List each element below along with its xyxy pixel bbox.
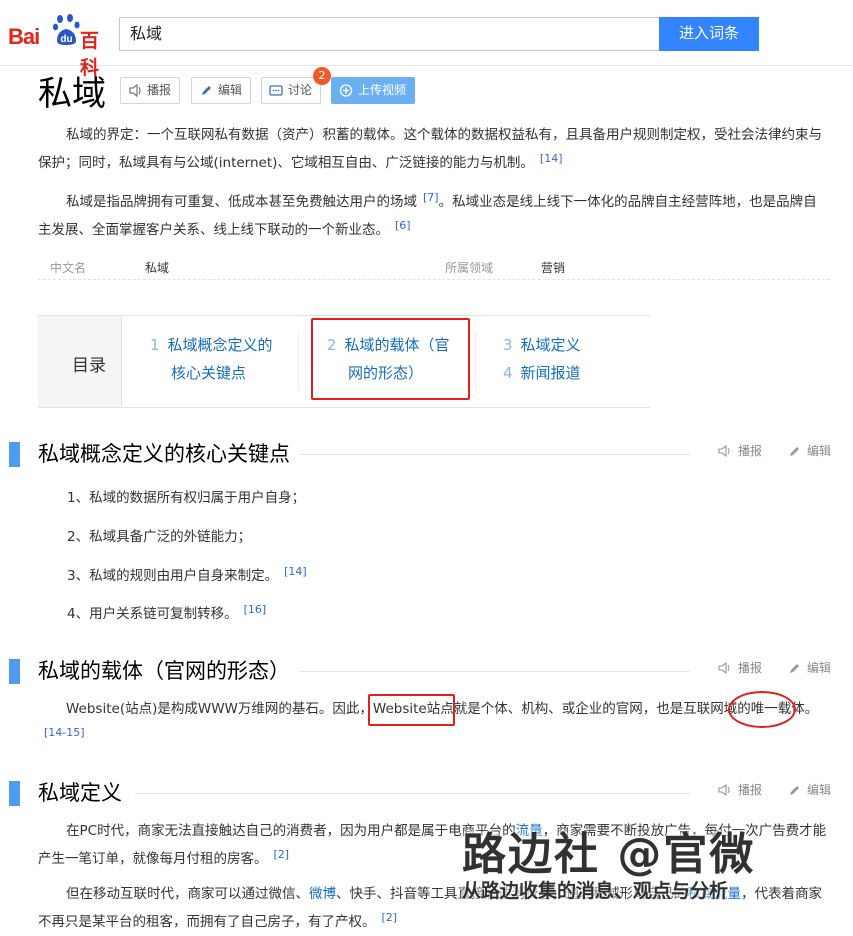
chat-icon bbox=[269, 85, 283, 96]
reference-link[interactable]: [7] bbox=[423, 191, 439, 204]
pencil-icon bbox=[790, 786, 799, 795]
paragraph-text-a: 但在移动互联时代，商家可以通过微信、 bbox=[66, 886, 309, 902]
speaker-icon bbox=[718, 445, 730, 457]
info-label-chinese-name: 中文名 bbox=[50, 261, 87, 275]
section-edit-label: 编辑 bbox=[807, 783, 832, 797]
list-item: 3、私域的规则由用户自身来制定。 [14] bbox=[67, 564, 307, 584]
paragraph-text-a: Website(站点)是构成WWW万维网的基石。因此， bbox=[66, 701, 373, 717]
reference-link[interactable]: [14] bbox=[284, 565, 307, 578]
info-value-chinese-name: 私域 bbox=[145, 261, 170, 275]
upload-video-label: 上传视频 bbox=[358, 83, 407, 97]
section-header-1: 私域概念定义的核心关键点 播报 编辑 bbox=[0, 438, 853, 474]
plus-circle-icon bbox=[339, 84, 353, 97]
discuss-button[interactable]: 讨论 bbox=[261, 77, 322, 104]
section-title: 私域定义 bbox=[38, 777, 128, 807]
edit-button[interactable]: 编辑 bbox=[191, 77, 252, 104]
catalog-heading: 目录 bbox=[38, 316, 122, 407]
catalog-item-number: 3 bbox=[503, 336, 513, 354]
pencil-icon bbox=[202, 86, 211, 95]
annotation-red-circle bbox=[728, 691, 796, 728]
edit-button-label: 编辑 bbox=[218, 83, 243, 97]
discuss-button-label: 讨论 bbox=[288, 83, 313, 97]
reference-link[interactable]: [6] bbox=[395, 219, 411, 232]
pencil-icon bbox=[790, 447, 799, 456]
search-input[interactable]: 私域 bbox=[119, 17, 660, 51]
section-edit-label: 编辑 bbox=[807, 661, 832, 675]
section-title: 私域概念定义的核心关键点 bbox=[38, 438, 296, 468]
reference-link[interactable]: [16] bbox=[244, 603, 267, 616]
catalog-heading-label: 目录 bbox=[72, 356, 106, 376]
section-report-button[interactable]: 播报 bbox=[718, 442, 762, 459]
baidu-baike-logo[interactable]: Bai du 百科 bbox=[8, 14, 112, 79]
section-report-button[interactable]: 播报 bbox=[718, 659, 762, 676]
catalog-item-label: 私域概念定义的 bbox=[167, 336, 273, 354]
list-item-text: 4、用户关系链可复制转移。 bbox=[67, 606, 238, 622]
catalog-divider bbox=[475, 332, 476, 390]
pencil-icon bbox=[790, 664, 799, 673]
list-item: 2、私域具备广泛的外链能力； bbox=[67, 525, 251, 545]
info-value-field: 营销 bbox=[541, 261, 566, 275]
upload-video-button[interactable]: 上传视频 bbox=[331, 77, 416, 104]
report-button-label: 播报 bbox=[147, 83, 172, 97]
report-button[interactable]: 播报 bbox=[120, 77, 181, 104]
section-marker bbox=[9, 781, 20, 806]
speaker-icon bbox=[129, 83, 141, 98]
catalog-item-label: 新闻报道 bbox=[520, 364, 581, 382]
reference-link[interactable]: [2] bbox=[274, 848, 290, 861]
summary-p1-text: 私域的界定：一个互联网私有数据（资产）积蓄的载体。这个载体的数据权益私有，且具备… bbox=[38, 127, 822, 171]
section-edit-label: 编辑 bbox=[807, 444, 832, 458]
catalog-divider bbox=[298, 332, 299, 390]
catalog-item-3[interactable]: 3 私域定义 bbox=[503, 331, 581, 359]
catalog-item-4[interactable]: 4 新闻报道 bbox=[503, 359, 581, 387]
section-title: 私域的载体（官网的形态） bbox=[38, 655, 296, 685]
catalog-item-number: 4 bbox=[503, 364, 513, 382]
reference-link[interactable]: [14-15] bbox=[44, 726, 85, 739]
watermark-title: 路边社 @官微 bbox=[462, 829, 756, 880]
summary-p2-text-a: 私域是指品牌拥有可重复、低成本甚至免费触达用户的场域 bbox=[66, 194, 417, 210]
reference-link[interactable]: [14] bbox=[540, 152, 563, 165]
annotation-red-box bbox=[368, 694, 455, 726]
section-edit-button[interactable]: 编辑 bbox=[789, 781, 831, 798]
logo-text-bai: Bai bbox=[8, 24, 40, 49]
catalog-item-label: 私域定义 bbox=[520, 336, 581, 354]
section-divider-line bbox=[135, 793, 690, 794]
catalog-item-number: 1 bbox=[150, 336, 160, 354]
section-header-3: 私域定义 播报 编辑 bbox=[0, 777, 853, 813]
list-item: 1、私域的数据所有权归属于用户自身； bbox=[67, 486, 305, 506]
catalog-item-1[interactable]: 1 私域概念定义的 核心关键点 bbox=[150, 331, 273, 387]
list-item: 4、用户关系链可复制转移。 [16] bbox=[67, 602, 266, 622]
paragraph-text-a: 在PC时代，商家无法直接触达自己的消费者，因为用户都是属于电商平台的 bbox=[66, 823, 516, 839]
section-report-label: 播报 bbox=[738, 444, 763, 458]
inline-link[interactable]: 微博 bbox=[309, 886, 336, 902]
list-item-text: 1、私域的数据所有权归属于用户自身； bbox=[67, 490, 306, 506]
section-edit-button[interactable]: 编辑 bbox=[789, 659, 831, 676]
list-item-text: 2、私域具备广泛的外链能力； bbox=[67, 529, 252, 545]
section-header-2: 私域的载体（官网的形态） 播报 编辑 bbox=[0, 655, 853, 691]
basic-info-table: 中文名 私域 所属领域 营销 bbox=[38, 252, 830, 280]
section-marker bbox=[9, 442, 20, 467]
enter-entry-button[interactable]: 进入词条 bbox=[659, 17, 759, 51]
section-report-label: 播报 bbox=[738, 783, 763, 797]
catalog-item-label-line2: 核心关键点 bbox=[171, 364, 247, 382]
speaker-icon bbox=[718, 784, 730, 796]
reference-link[interactable]: [2] bbox=[382, 911, 398, 924]
discuss-count-badge: 2 bbox=[313, 67, 331, 85]
section-edit-button[interactable]: 编辑 bbox=[789, 442, 831, 459]
watermark-subtitle: 从路边收集的消息、观点与分析 bbox=[462, 880, 729, 902]
speaker-icon bbox=[718, 662, 730, 674]
annotation-red-box bbox=[311, 318, 470, 400]
info-label-field: 所属领域 bbox=[445, 261, 494, 275]
paw-icon: du bbox=[52, 14, 80, 45]
summary-paragraph-2: 私域是指品牌拥有可重复、低成本甚至免费触达用户的场域 [7]。私域业态是线上线下一… bbox=[38, 186, 830, 242]
section-marker bbox=[9, 659, 20, 684]
section-report-button[interactable]: 播报 bbox=[718, 781, 762, 798]
section-divider-line bbox=[300, 671, 690, 672]
svg-text:du: du bbox=[60, 34, 72, 45]
page-title: 私域 bbox=[38, 74, 106, 114]
section-report-label: 播报 bbox=[738, 661, 763, 675]
top-header: Bai du 百科 私域 进入词条 bbox=[0, 0, 853, 79]
section-divider-line bbox=[300, 454, 690, 455]
list-item-text: 3、私域的规则由用户自身来制定。 bbox=[67, 568, 279, 584]
summary-paragraph-1: 私域的界定：一个互联网私有数据（资产）积蓄的载体。这个载体的数据权益私有，且具备… bbox=[38, 123, 830, 175]
